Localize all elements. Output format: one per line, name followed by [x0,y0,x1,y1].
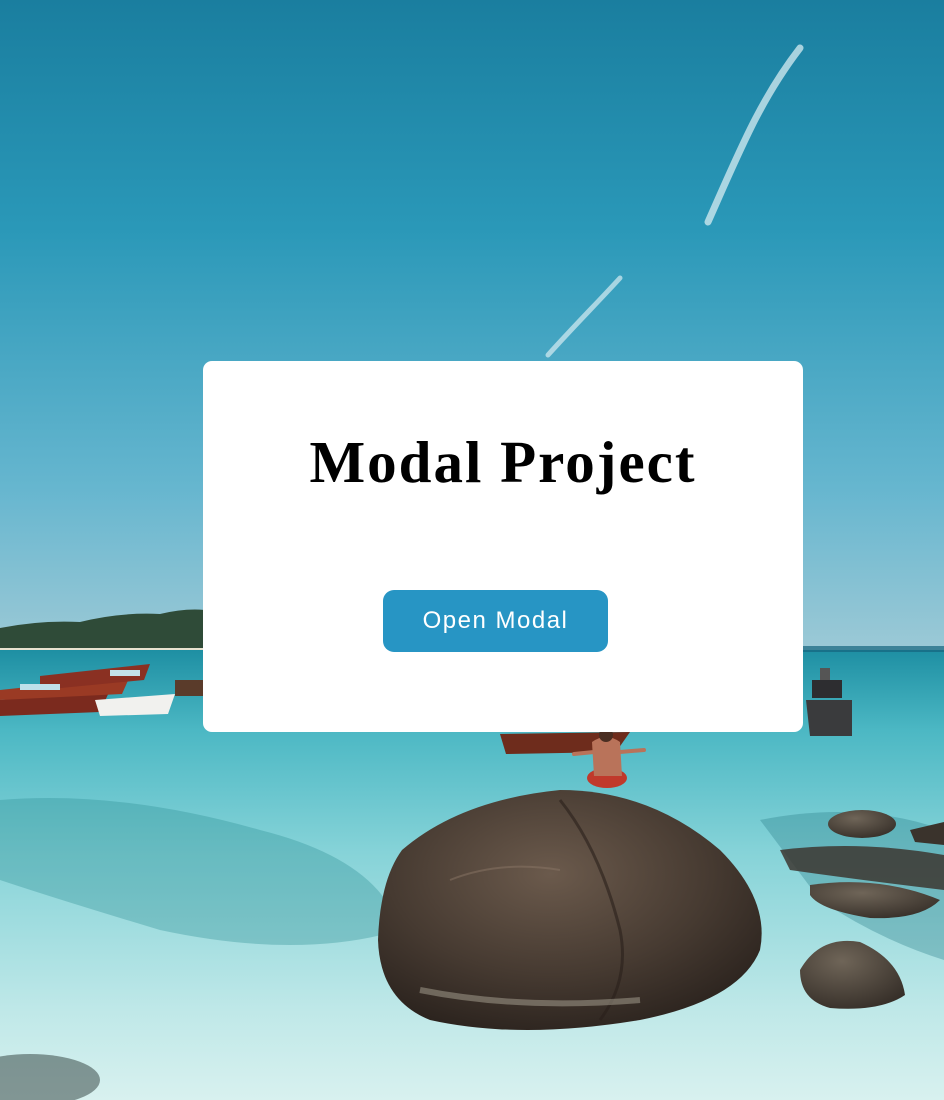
page-title: Modal Project [309,429,697,495]
modal-card: Modal Project Open Modal [203,361,803,732]
open-modal-button[interactable]: Open Modal [383,590,608,652]
